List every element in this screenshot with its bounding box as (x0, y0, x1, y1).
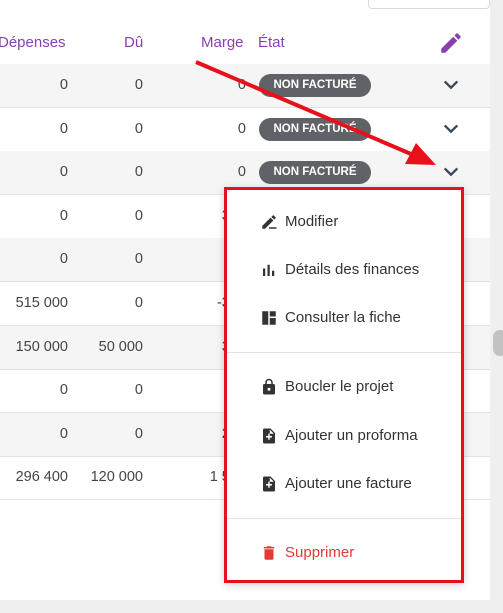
col-header-du[interactable]: Dû (124, 34, 143, 51)
table-row[interactable]: 0 0 0 NON FACTURÉ (0, 64, 490, 108)
menu-item-label: Boucler le projet (285, 378, 394, 395)
menu-item-label: Ajouter un proforma (285, 427, 418, 444)
cell-depenses: 0 (59, 120, 68, 137)
menu-item-modifier[interactable]: Modifier (227, 200, 461, 244)
trash-icon (263, 546, 275, 560)
file-plus-icon (263, 428, 275, 444)
menu-item-ajouter-facture[interactable]: Ajouter une facture (227, 462, 461, 506)
menu-item-label: Supprimer (285, 544, 355, 561)
menu-item-consulter-fiche[interactable]: Consulter la fiche (227, 296, 461, 340)
bar-chart-icon (263, 264, 275, 276)
menu-item-boucler-projet[interactable]: Boucler le projet (227, 365, 461, 409)
cell-depenses: 0 (59, 251, 68, 268)
menu-divider (227, 518, 461, 519)
cell-marge: 0 (237, 164, 246, 181)
status-badge: NON FACTURÉ (259, 161, 371, 185)
col-header-marge[interactable]: Marge (201, 34, 244, 51)
cell-du: 0 (134, 382, 143, 399)
menu-item-label: Ajouter une facture (285, 475, 412, 492)
cell-du: 0 (134, 295, 143, 311)
lock-icon (263, 378, 275, 395)
chevron-down-icon[interactable] (440, 163, 462, 181)
chevron-down-icon[interactable] (440, 120, 462, 138)
search-field-edge[interactable] (368, 0, 490, 9)
cell-depenses: 0 (59, 164, 68, 181)
menu-item-label: Consulter la fiche (285, 309, 401, 326)
cell-depenses: 0 (59, 207, 68, 224)
cell-du: 0 (134, 120, 143, 137)
cell-du: 0 (134, 77, 143, 93)
table-row[interactable]: 0 0 0 NON FACTURÉ (0, 108, 490, 152)
cell-marge: 0 (237, 120, 246, 137)
scrollbar-thumb[interactable] (493, 330, 503, 356)
status-badge: NON FACTURÉ (259, 74, 371, 97)
cell-depenses: 0 (59, 382, 68, 399)
menu-item-supprimer[interactable]: Supprimer (227, 531, 461, 575)
cell-du: 0 (134, 207, 143, 224)
pencil-icon (262, 215, 277, 229)
row-action-menu: Modifier Détails des finances Consulter … (224, 187, 464, 583)
cell-du: 50 000 (98, 338, 143, 355)
status-badge: NON FACTURÉ (259, 117, 371, 141)
cell-du: 0 (134, 164, 143, 181)
cell-depenses: 150 000 (15, 338, 68, 355)
menu-divider (227, 352, 461, 353)
menu-item-ajouter-proforma[interactable]: Ajouter un proforma (227, 414, 461, 458)
chevron-down-icon[interactable] (440, 76, 462, 94)
menu-item-label: Détails des finances (285, 261, 420, 278)
cell-depenses: 0 (59, 77, 68, 93)
cell-depenses: 296 400 (15, 469, 68, 486)
cell-du: 0 (134, 425, 143, 442)
menu-item-details-finances[interactable]: Détails des finances (227, 248, 461, 292)
col-header-etat[interactable]: État (258, 34, 285, 51)
cell-depenses: 515 000 (15, 295, 68, 311)
pencil-icon[interactable] (438, 30, 464, 56)
cell-du: 120 000 (90, 469, 143, 486)
cell-depenses: 0 (59, 425, 68, 442)
cell-du: 0 (134, 251, 143, 268)
menu-item-label: Modifier (285, 213, 339, 230)
cell-marge: 0 (237, 77, 246, 93)
col-header-depenses[interactable]: Dépenses (0, 34, 66, 51)
table-header: Dépenses Dû Marge État (0, 22, 490, 65)
file-plus-icon (263, 476, 275, 492)
dashboard-icon (262, 311, 276, 325)
